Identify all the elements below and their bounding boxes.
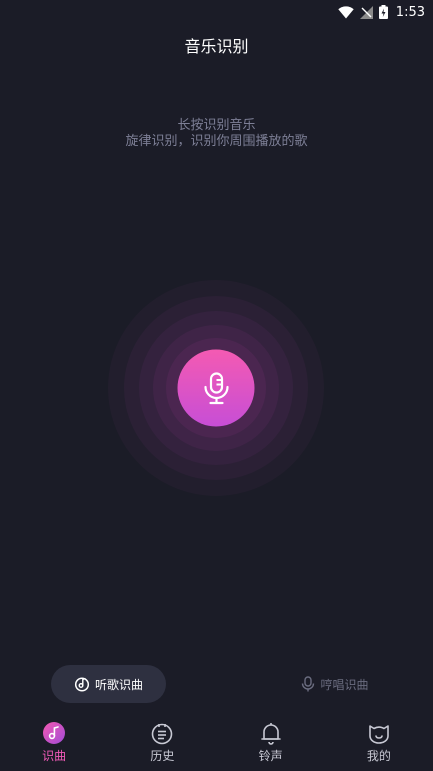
record-button[interactable] <box>177 349 255 427</box>
bottom-nav: 识曲 历史 铃声 我的 <box>0 718 433 771</box>
nav-item-ringtone[interactable]: 铃声 <box>217 718 325 771</box>
status-bar: 1:53 <box>0 0 433 24</box>
nav-label: 铃声 <box>258 749 283 763</box>
hint-secondary: 旋律识别，识别你周围播放的歌 <box>125 134 308 149</box>
nav-label: 我的 <box>366 749 391 763</box>
hum-mic-icon <box>302 676 315 692</box>
battery-charging-icon <box>378 5 388 19</box>
page-title: 音乐识别 <box>184 37 249 56</box>
microphone-icon <box>203 371 229 404</box>
nav-item-profile[interactable]: 我的 <box>325 718 433 771</box>
history-icon <box>150 721 174 745</box>
listen-mode-label: 听歌识曲 <box>94 677 143 692</box>
nav-item-recognize[interactable]: 识曲 <box>0 718 108 771</box>
profile-icon <box>367 721 391 745</box>
listen-mode-button[interactable]: 听歌识曲 <box>51 665 166 703</box>
status-time: 1:53 <box>395 4 425 20</box>
signal-icon <box>359 5 373 19</box>
nav-label: 历史 <box>150 749 175 763</box>
music-note-icon <box>42 721 66 745</box>
nav-label: 识曲 <box>42 749 67 763</box>
wifi-icon <box>338 5 354 18</box>
disc-note-icon <box>74 677 90 692</box>
bell-icon <box>259 721 283 745</box>
hum-mode-label: 哼唱识曲 <box>320 677 369 692</box>
nav-item-history[interactable]: 历史 <box>108 718 216 771</box>
hum-mode-button[interactable]: 哼唱识曲 <box>280 665 390 703</box>
